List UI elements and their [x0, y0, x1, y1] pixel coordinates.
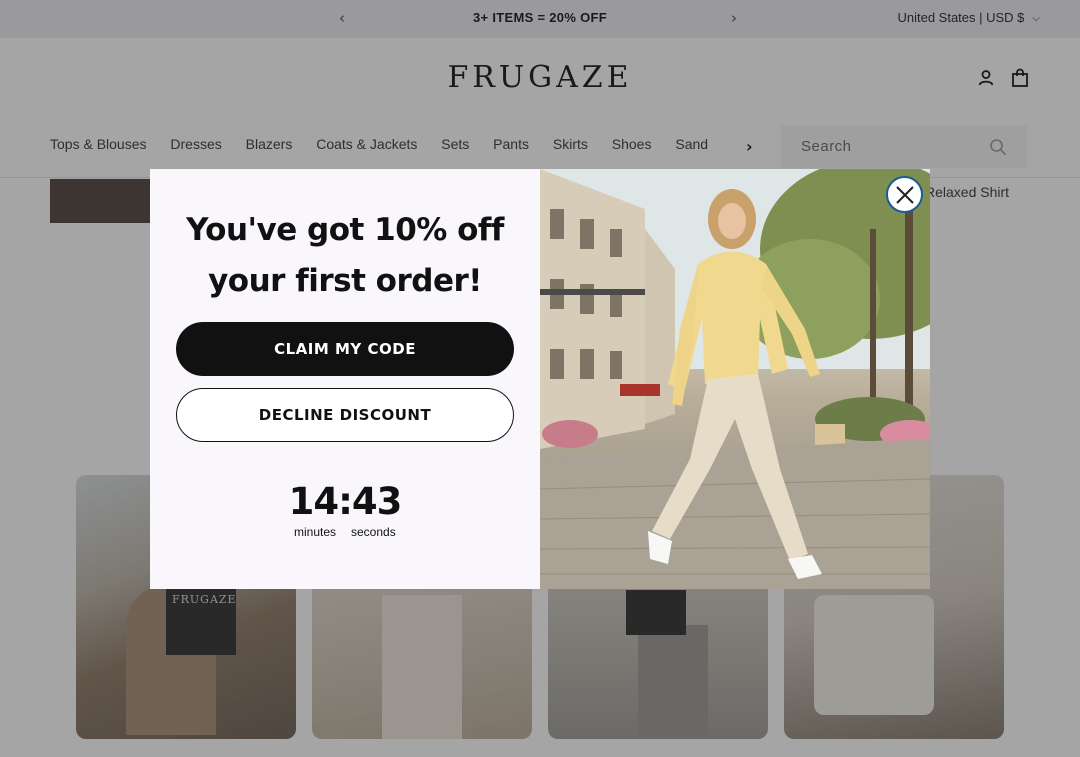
discount-popup: You've got 10% off your first order! CLA… [150, 169, 930, 589]
close-icon [895, 185, 914, 204]
close-popup-button[interactable] [886, 176, 923, 213]
timer-minutes-label: minutes [294, 525, 337, 539]
countdown-timer: 14:43 [288, 480, 403, 523]
model-photo-illustration [540, 169, 930, 589]
popup-headline: You've got 10% off your first order! [150, 205, 540, 307]
timer-seconds-label: seconds [351, 525, 396, 539]
popup-content: You've got 10% off your first order! CLA… [150, 169, 540, 589]
popup-headline-line2: your first order! [208, 263, 482, 299]
decline-discount-button[interactable]: DECLINE DISCOUNT [176, 388, 514, 442]
claim-code-button[interactable]: CLAIM MY CODE [176, 322, 514, 376]
popup-model-photo [540, 169, 930, 589]
popup-headline-line1: You've got 10% off [186, 212, 504, 248]
